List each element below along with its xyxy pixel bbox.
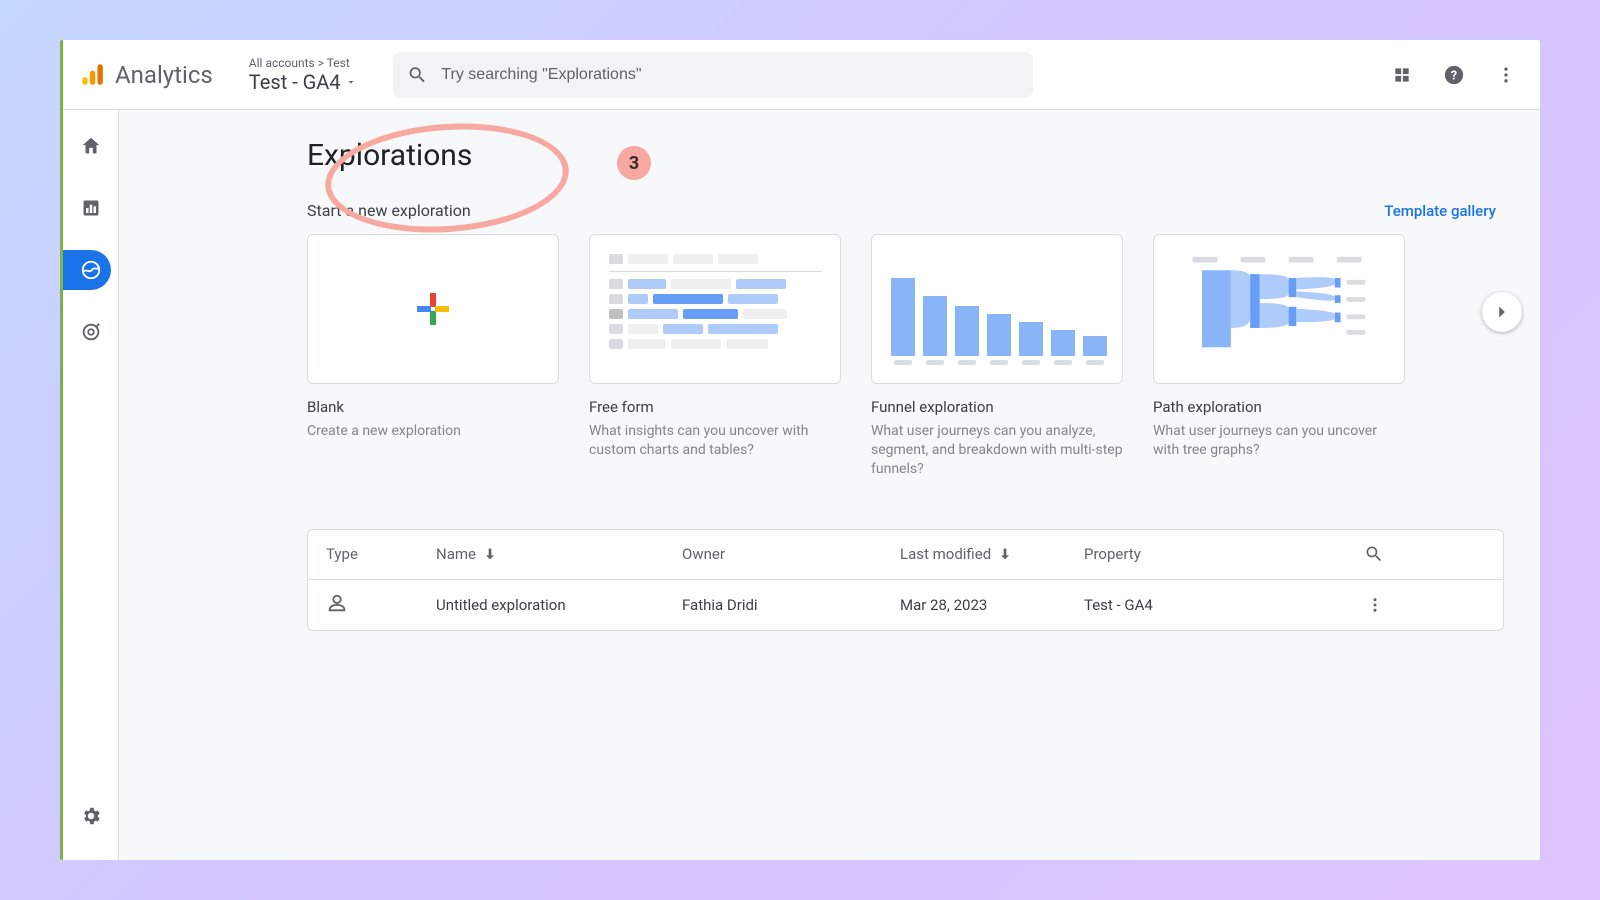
app-name: Analytics [115,61,213,89]
page-subtitle: Start a new exploration [307,201,471,220]
row-name: Untitled exploration [436,596,682,614]
arrow-down-icon [482,546,498,562]
search-icon [407,64,428,86]
table-search-button[interactable] [1324,544,1384,564]
template-card-freeform: Free form What insights can you uncover … [589,234,841,479]
search-bar[interactable] [393,52,1033,98]
search-icon [1364,544,1384,564]
row-property: Test - GA4 [1084,596,1324,614]
template-preview-freeform[interactable] [589,234,841,384]
page-title: Explorations [307,138,1504,173]
nav-advertising[interactable] [71,312,111,352]
nav-admin[interactable] [71,796,111,836]
topbar-actions: ? [1390,63,1524,87]
card-title: Blank [307,398,559,416]
row-type-icon [326,592,436,618]
chevron-down-icon [345,76,357,88]
sidenav [63,110,119,860]
card-desc: What user journeys can you uncover with … [1153,422,1405,460]
th-type[interactable]: Type [326,545,436,563]
row-owner: Fathia Dridi [682,596,900,614]
card-title: Path exploration [1153,398,1405,416]
svg-text:?: ? [1451,68,1457,83]
card-desc: Create a new exploration [307,422,559,441]
explorations-table: Type Name Owner Last modified Property [307,529,1504,631]
row-last-modified: Mar 28, 2023 [900,596,1084,614]
breadcrumb: All accounts > Test [249,56,357,70]
th-last-modified[interactable]: Last modified [900,545,1084,563]
template-cards: Blank Create a new exploration [307,234,1504,479]
th-name[interactable]: Name [436,545,682,563]
card-desc: What user journeys can you analyze, segm… [871,422,1123,479]
help-icon[interactable]: ? [1442,63,1466,87]
person-icon [326,592,348,614]
apps-icon[interactable] [1390,63,1414,87]
row-more-button[interactable] [1324,596,1384,614]
account-switcher[interactable]: All accounts > Test Test - GA4 [249,56,357,94]
card-title: Free form [589,398,841,416]
template-preview-path[interactable] [1153,234,1405,384]
nav-reports[interactable] [71,188,111,228]
logo-block: Analytics [79,61,213,89]
topbar: Analytics All accounts > Test Test - GA4… [63,40,1540,110]
annotation-circle [322,116,573,241]
th-owner[interactable]: Owner [682,545,900,563]
template-card-blank: Blank Create a new exploration [307,234,559,479]
arrow-down-icon [997,546,1013,562]
card-title: Funnel exploration [871,398,1123,416]
template-card-path: Path exploration What user journeys can … [1153,234,1405,479]
card-desc: What insights can you uncover with custo… [589,422,841,460]
property-name: Test - GA4 [249,70,341,94]
kebab-menu-icon [1366,596,1384,614]
template-gallery-link[interactable]: Template gallery [1384,202,1496,220]
template-preview-funnel[interactable] [871,234,1123,384]
search-input[interactable] [441,66,1018,84]
gear-icon [80,805,102,827]
nav-home[interactable] [71,126,111,166]
th-property[interactable]: Property [1084,545,1324,563]
template-preview-blank[interactable] [307,234,559,384]
nav-explore[interactable] [63,250,111,290]
templates-next-button[interactable] [1482,292,1522,332]
table-row[interactable]: Untitled exploration Fathia Dridi Mar 28… [308,580,1503,630]
plus-icon [413,289,453,329]
template-card-funnel: Funnel exploration What user journeys ca… [871,234,1123,479]
kebab-menu-icon[interactable] [1494,63,1518,87]
content: 3 Explorations Start a new exploration T… [119,110,1540,860]
app-frame: Analytics All accounts > Test Test - GA4… [60,40,1540,860]
chevron-right-icon [1491,301,1513,323]
analytics-logo-icon [79,62,105,88]
table-header: Type Name Owner Last modified Property [308,530,1503,580]
